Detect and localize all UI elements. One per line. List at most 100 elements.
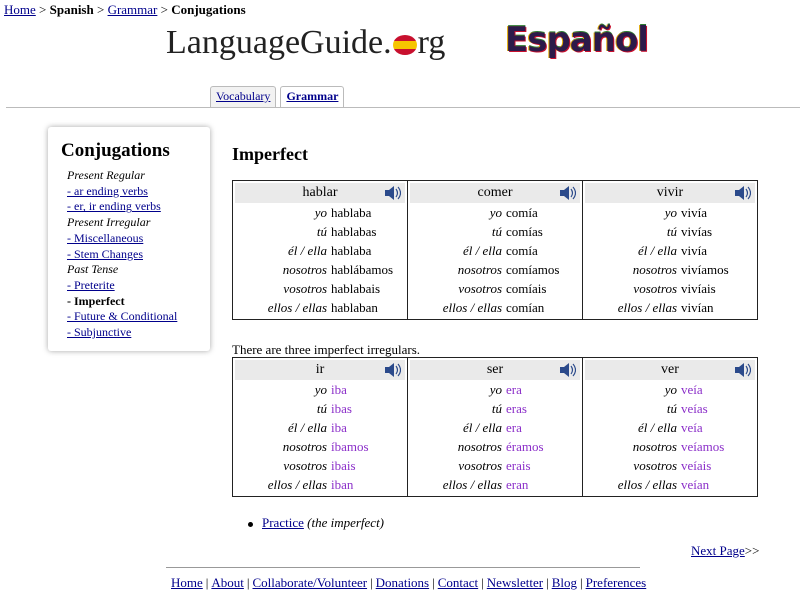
conjugation-row: yo hablaba [235, 203, 405, 222]
verb-header: ver [585, 360, 755, 380]
verb-column-ser: ser yo era tú eras él / ella era nosotros éramo… [407, 357, 583, 497]
footer-link-donations[interactable]: Donations [376, 575, 429, 590]
verb-column-hablar: hablar yo hablaba tú hablabas él / ella habla… [232, 180, 408, 320]
regular-conjugation-table: hablar yo hablaba tú hablabas él / ella habla… [232, 180, 758, 320]
pronoun: él / ella [463, 420, 502, 435]
sidebar-item-miscellaneous[interactable]: - Miscellaneous [67, 231, 143, 245]
verb-form: vivíamos [681, 262, 729, 277]
verb-form: hablabas [331, 224, 377, 239]
next-page: Next Page>> [691, 543, 759, 559]
conjugation-row: yo veía [585, 380, 755, 399]
verb-form: vivían [681, 300, 714, 315]
footer-link-preferences[interactable]: Preferences [586, 575, 647, 590]
verb-form: hablabais [331, 281, 381, 296]
footer-link-home[interactable]: Home [171, 575, 203, 590]
spain-ball-icon [392, 35, 417, 56]
practice-link[interactable]: Practice [262, 515, 304, 530]
footer-separator: | [246, 575, 250, 590]
verb-form: eran [506, 477, 529, 492]
breadcrumb-grammar-link[interactable]: Grammar [108, 2, 158, 17]
conjugation-row: vosotros vivíais [585, 279, 755, 298]
speaker-icon[interactable] [733, 185, 751, 201]
next-page-link[interactable]: Next Page [691, 543, 745, 558]
conjugation-row: vosotros hablabais [235, 279, 405, 298]
bullet-icon [248, 521, 253, 527]
sidebar-section-present-irregular: Present Irregular [67, 215, 151, 230]
verb-forms: yo vivía tú vivías él / ella vivía nosotros viv… [585, 203, 755, 317]
conjugation-row: él / ella hablaba [235, 241, 405, 260]
sidebar-item-stem-changes[interactable]: - Stem Changes [67, 247, 143, 261]
footer-link-newsletter[interactable]: Newsletter [487, 575, 543, 590]
verb-form: comíais [506, 281, 547, 296]
conjugation-row: ellos / ellas eran [410, 475, 580, 494]
sidebar-item-subjunctive[interactable]: - Subjunctive [67, 325, 131, 339]
conjugation-row: nosotros vivíamos [585, 260, 755, 279]
conjugation-row: yo era [410, 380, 580, 399]
sidebar-list: Present Regular - ar ending verbs - er, … [48, 168, 210, 341]
verb-header: ir [235, 360, 405, 380]
pronoun: él / ella [463, 243, 502, 258]
pronoun: él / ella [288, 420, 327, 435]
speaker-icon[interactable] [558, 362, 576, 378]
conjugation-row: tú hablabas [235, 222, 405, 241]
breadcrumb-separator: > [35, 2, 50, 17]
footer-link-contact[interactable]: Contact [438, 575, 478, 590]
conjugation-row: nosotros hablábamos [235, 260, 405, 279]
logo-text-left: LanguageGuide. [166, 24, 392, 61]
footer-separator: | [546, 575, 549, 590]
verb-form: comíamos [506, 262, 560, 277]
footer-link-collaborate[interactable]: Collaborate/Volunteer [253, 575, 368, 590]
conjugation-row: nosotros éramos [410, 437, 580, 456]
tab-grammar[interactable]: Grammar [280, 86, 345, 108]
verb-column-ir: ir yo iba tú ibas él / ella iba nosotros íbamos… [232, 357, 408, 497]
tab-vocabulary[interactable]: Vocabulary [210, 86, 277, 108]
footer-link-about[interactable]: About [211, 575, 244, 590]
footer-nav: Home | About | Collaborate/Volunteer | Donatio… [171, 575, 646, 591]
conjugation-row: él / ella veía [585, 418, 755, 437]
pronoun: vosotros [633, 458, 677, 473]
pronoun: vosotros [283, 458, 327, 473]
breadcrumb-separator: > [93, 2, 108, 17]
pronoun: yo [314, 205, 327, 220]
pronoun: yo [489, 205, 502, 220]
speaker-icon[interactable] [558, 185, 576, 201]
sidebar-title: Conjugations [61, 140, 170, 161]
verb-form: comía [506, 205, 538, 220]
conjugation-row: ellos / ellas vivían [585, 298, 755, 317]
verb-infinitive: ser [486, 362, 504, 377]
pronoun: nosotros [457, 262, 502, 277]
verb-form: íbamos [331, 439, 369, 454]
speaker-icon[interactable] [383, 185, 401, 201]
footer-link-blog[interactable]: Blog [552, 575, 577, 590]
verb-infinitive: ir [315, 362, 325, 377]
sidebar-item-ar-verbs[interactable]: - ar ending verbs [67, 184, 148, 198]
footer-separator: | [481, 575, 484, 590]
verb-infinitive: comer [477, 185, 513, 200]
conjugation-row: tú eras [410, 399, 580, 418]
pronoun: yo [314, 382, 327, 397]
sidebar-item-future-conditional[interactable]: - Future & Conditional [67, 309, 177, 323]
pronoun: tú [316, 224, 327, 239]
verb-form: iba [331, 382, 347, 397]
verb-form: comía [506, 243, 538, 258]
pronoun: yo [664, 205, 677, 220]
conjugation-row: vosotros veíais [585, 456, 755, 475]
pronoun: ellos / ellas [442, 477, 502, 492]
verb-form: eras [506, 401, 527, 416]
breadcrumb-home-link[interactable]: Home [4, 2, 36, 17]
next-arrows: >> [744, 543, 760, 558]
verb-form: era [506, 382, 522, 397]
sidebar-item-preterite[interactable]: - Preterite [67, 278, 115, 292]
conjugation-row: yo vivía [585, 203, 755, 222]
site-logo[interactable]: LanguageGuide. rg [166, 24, 445, 62]
pronoun: nosotros [282, 439, 327, 454]
conjugation-row: él / ella vivía [585, 241, 755, 260]
speaker-icon[interactable] [733, 362, 751, 378]
tab-divider [6, 107, 800, 108]
speaker-icon[interactable] [383, 362, 401, 378]
verb-form: comías [506, 224, 543, 239]
pronoun: él / ella [638, 420, 677, 435]
pronoun: ellos / ellas [442, 300, 502, 315]
sidebar-item-er-ir-verbs[interactable]: - er, ir ending verbs [67, 199, 161, 213]
espanol-banner: Español [505, 20, 649, 60]
